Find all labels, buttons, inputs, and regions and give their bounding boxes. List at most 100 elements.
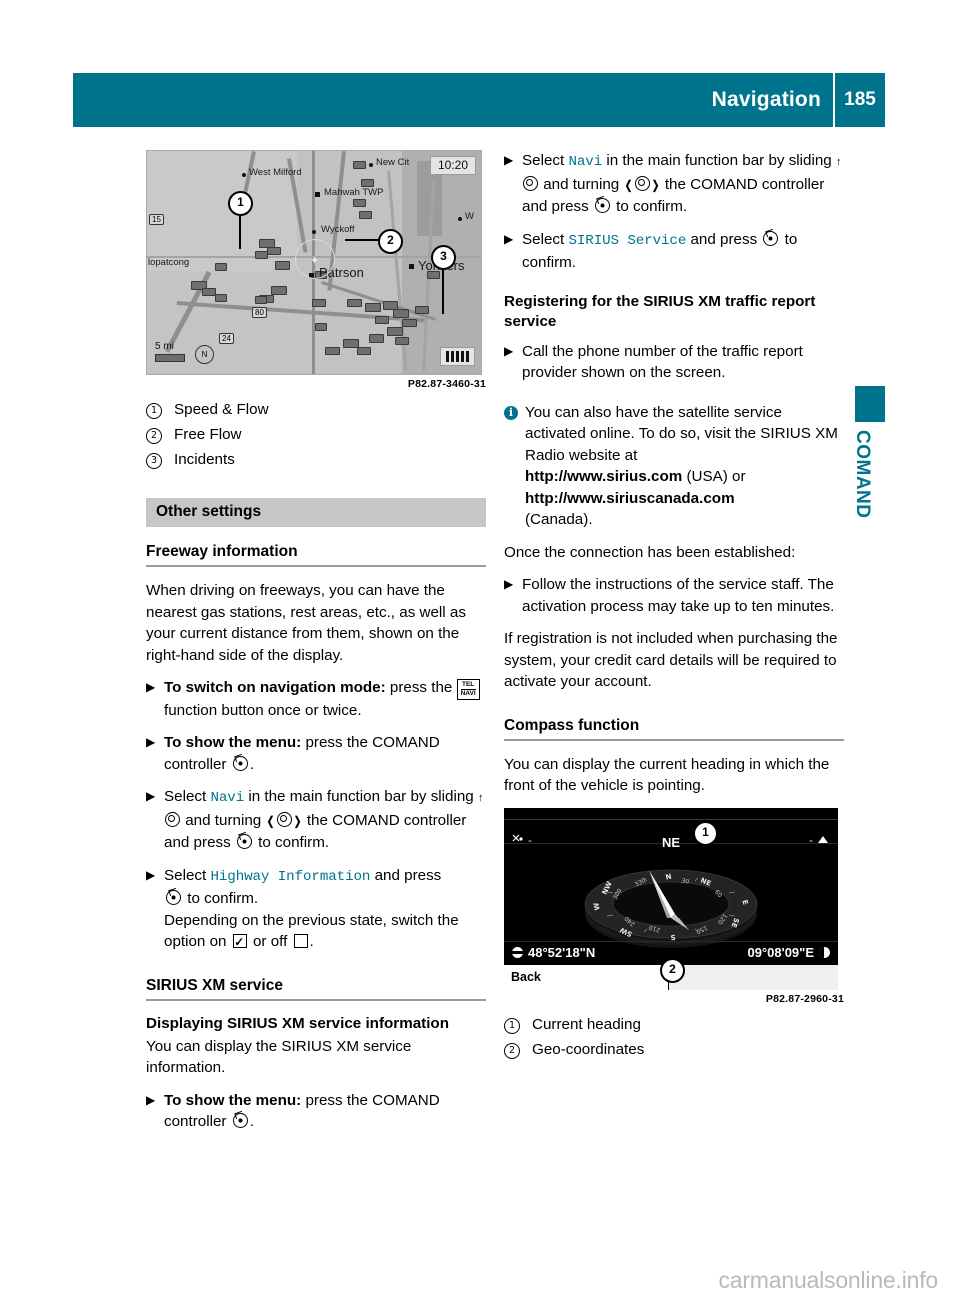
traffic-marker (402, 319, 417, 327)
traffic-marker (393, 309, 409, 318)
traffic-marker (353, 199, 366, 207)
info-note: i You can also have the satellite servic… (504, 402, 844, 531)
controller-press-icon (236, 834, 252, 849)
freeway-intro-text: When driving on freeways, you can have t… (146, 582, 466, 664)
figure-code: P82.87-3460-31 (407, 378, 486, 390)
svg-text:30: 30 (681, 877, 690, 885)
callout-leader (442, 264, 444, 314)
step-text: and press (690, 230, 758, 248)
longitude-icon (819, 947, 830, 958)
svg-text:S: S (670, 932, 675, 940)
map-city-dot (315, 192, 320, 197)
legend-label: Current heading (532, 1015, 641, 1033)
step-select-sirius-service: Select SIRIUS Service and press to confi… (504, 229, 844, 274)
legend-number: 2 (146, 428, 162, 444)
step-label: To switch on navigation mode: (164, 679, 386, 696)
legend-number: 1 (504, 1017, 520, 1034)
right-column: Select Navi in the main function bar by … (504, 150, 844, 1064)
section-heading-freeway-information: Freeway information (146, 543, 486, 567)
page-header-bar: Navigation 185 (73, 73, 885, 127)
step-arrow-icon (504, 150, 518, 172)
map-scale-label: 5 mi (155, 341, 174, 352)
traffic-marker (395, 337, 409, 345)
step-show-the-menu-2: To show the menu: press the COMAND contr… (146, 1090, 486, 1133)
traffic-map-image: West Milford New Cit Mahwah TWP Wyckoff … (146, 150, 482, 375)
map-clock: 10:20 (429, 156, 476, 175)
route-shield: 24 (219, 333, 234, 344)
traffic-signal-bars (440, 347, 475, 366)
displaying-sirius-text: You can display the SIRIUS XM service in… (146, 1037, 412, 1077)
legend-label: Speed & Flow (174, 401, 269, 418)
compass-rose-svg: N NE E SE S SW W NW 30 60 120 150 210 24… (584, 869, 758, 948)
compass-figure: - NE - N NE E SE S SW W NW 30 60 120 150… (504, 807, 844, 1005)
step-select-highway-information: Select Highway Information and press to … (146, 865, 486, 954)
note-text: You can also have the satellite service … (525, 403, 838, 464)
side-tab-label: COMAND (852, 430, 873, 519)
section-heading-compass-function: Compass function (504, 717, 844, 741)
map-city-dot (242, 173, 246, 177)
tel-navi-button-icon: TEL NAVI (456, 679, 480, 700)
traffic-marker (255, 296, 267, 304)
display-status-bar: - NE - (504, 819, 838, 850)
page-number: 185 (844, 89, 876, 110)
traffic-marker (312, 299, 326, 307)
map-label: New Cit (376, 157, 410, 168)
callout-leader (239, 211, 241, 249)
info-icon: i (504, 405, 518, 420)
registration-note-text: If registration is not included when pur… (504, 630, 838, 690)
menu-item-sirius-service: SIRIUS Service (568, 232, 687, 249)
map-city-dot (312, 230, 316, 234)
step-text: and turning (543, 175, 620, 193)
step-text: to confirm. (616, 198, 688, 215)
checkbox-on-icon (232, 932, 247, 954)
map-city-dot (409, 264, 414, 269)
compass-callout-1: 1 (693, 820, 718, 846)
legend-number: 3 (146, 453, 162, 469)
note-url-canada: http://www.siriuscanada.com (525, 489, 735, 507)
map-legend: 1 Speed & Flow 2 Free Flow 3 Incidents (146, 399, 486, 470)
step-select-navi-right: Select Navi in the main function bar by … (504, 150, 844, 218)
traffic-marker (375, 316, 389, 324)
map-city-dot (458, 217, 462, 221)
step-text: to confirm. (258, 834, 330, 851)
compass-callout-2: 2 (660, 957, 685, 983)
traffic-marker (325, 347, 340, 355)
step-text: Select (164, 788, 207, 805)
section-heading-sirius-xm-service: SIRIUS XM service (146, 977, 486, 1001)
controller-press-icon (763, 230, 779, 246)
step-arrow-icon (146, 865, 160, 887)
legend-label: Geo-coordinates (532, 1040, 645, 1058)
back-bar-right-panel (669, 964, 838, 990)
legend-item: 3 Incidents (146, 449, 486, 470)
controller-turn-icon (265, 811, 303, 829)
step-text: Select (522, 230, 565, 248)
traffic-marker (267, 247, 281, 255)
left-column: West Milford New Cit Mahwah TWP Wyckoff … (146, 150, 486, 1144)
compass-legend: 1 Current heading 2 Geo-coordinates (504, 1014, 844, 1060)
step-text: to confirm. (187, 890, 259, 907)
traffic-marker (369, 334, 384, 343)
map-label: W (465, 211, 474, 222)
map-city-dot (369, 163, 373, 167)
step-show-the-menu: To show the menu: press the COMAND contr… (146, 732, 486, 775)
step-arrow-icon (146, 786, 160, 808)
step-text: . (309, 933, 314, 950)
step-text: or off (252, 933, 288, 950)
controller-press-icon (166, 890, 181, 905)
step-arrow-icon (504, 574, 518, 596)
map-callout-2: 2 (378, 229, 403, 254)
legend-number: 2 (504, 1042, 520, 1059)
controller-turn-icon (623, 175, 661, 193)
traffic-marker (202, 288, 216, 296)
traffic-marker (275, 261, 290, 270)
step-text: in the main function bar by sliding (606, 152, 832, 169)
back-button-label[interactable]: Back (504, 970, 541, 984)
step-arrow-icon (146, 1090, 160, 1112)
longitude-value: 09°08'09"E (747, 945, 814, 960)
menu-item-navi: Navi (568, 154, 603, 170)
subheading-registering-sirius-traffic: Registering for the SIRIUS XM traffic re… (504, 292, 816, 330)
map-scale-bar (155, 354, 185, 362)
checkbox-off-icon (293, 934, 308, 948)
note-url-usa: http://www.sirius.com (525, 468, 683, 485)
step-arrow-icon (504, 229, 518, 251)
